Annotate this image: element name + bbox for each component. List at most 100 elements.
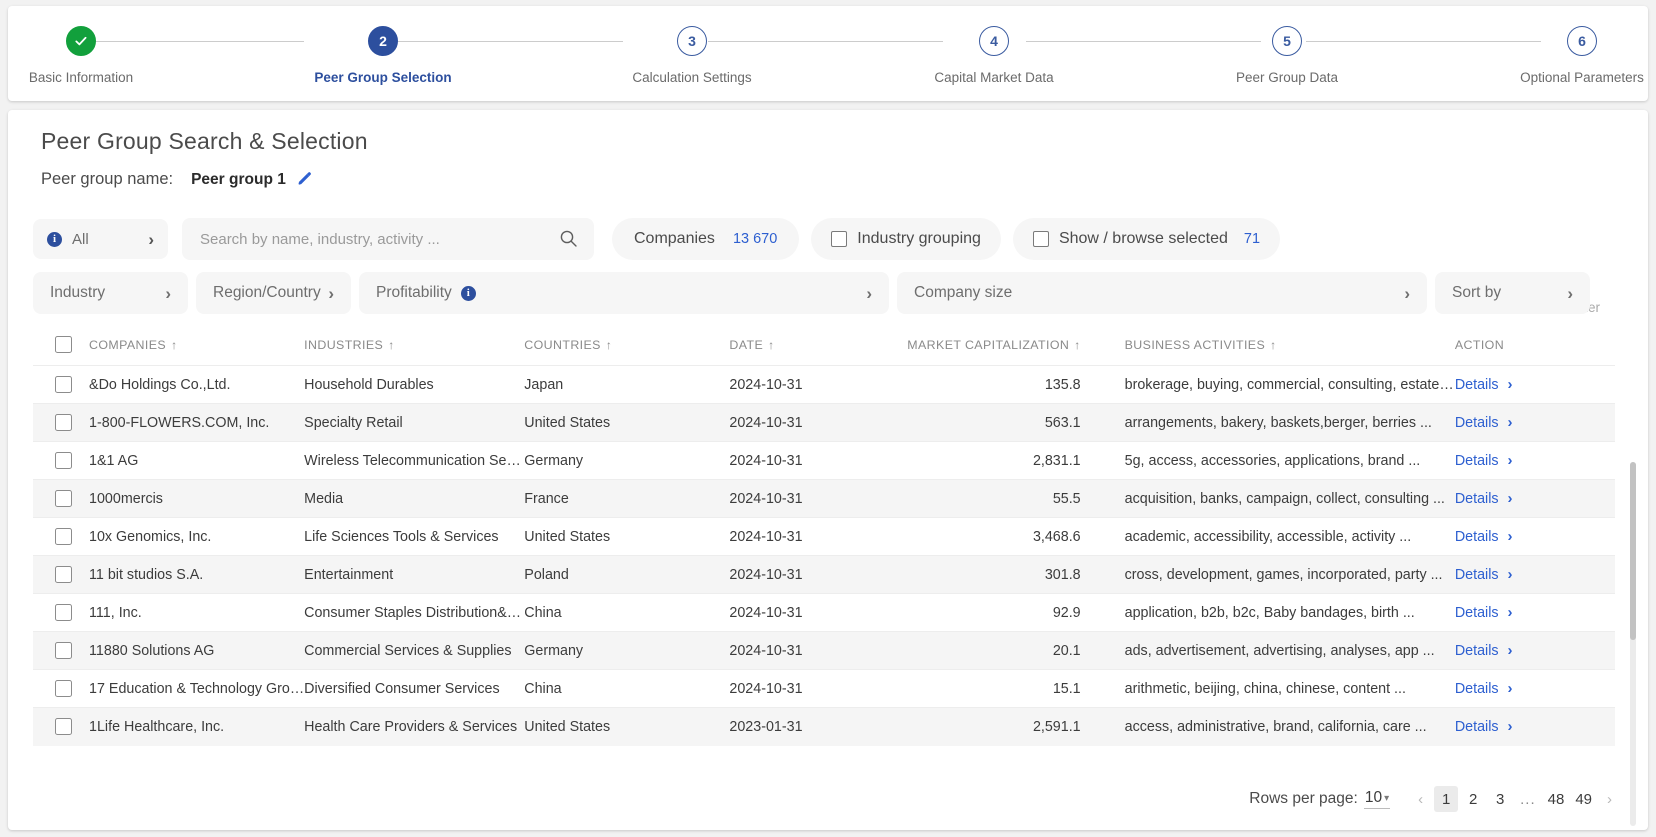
row-checkbox[interactable] [55,452,72,469]
cell-company: 10x Genomics, Inc. [89,517,305,556]
peer-group-name-label: Peer group name: [41,170,174,188]
filter-company-size[interactable]: Company size › [897,272,1427,314]
filter-industry-label: Industry [50,284,106,301]
row-checkbox[interactable] [55,528,72,545]
row-checkbox[interactable] [55,566,72,583]
info-icon[interactable]: i [460,285,476,301]
filter-industry[interactable]: Industry › [33,272,188,314]
details-link[interactable]: Details › [1455,452,1513,469]
stepper-connector-2 [388,41,623,42]
details-label: Details [1454,642,1499,659]
peer-group-name-value: Peer group 1 [191,170,286,188]
details-link[interactable]: Details › [1455,376,1513,393]
chevron-right-icon: › [1507,528,1513,545]
industry-grouping-toggle[interactable]: Industry grouping [811,218,1001,260]
table-row[interactable]: 10x Genomics, Inc. Life Sciences Tools & … [33,517,1615,556]
rows-per-page-select[interactable]: 10 ▾ [1363,789,1391,809]
cell-industry: Diversified Consumer Services [304,669,525,708]
row-checkbox[interactable] [55,376,72,393]
cell-date: 2024-10-31 [729,555,905,594]
checkbox-icon[interactable] [1032,231,1049,247]
search-input[interactable] [198,229,578,249]
select-all-checkbox[interactable] [55,336,72,353]
search-icon[interactable] [559,229,578,253]
details-link[interactable]: Details › [1455,718,1513,735]
page-button-2[interactable]: 2 [1461,786,1485,812]
table-row[interactable]: 11 bit studios S.A. Entertainment Poland 20… [33,555,1615,594]
table-header-companies[interactable]: COMPANIES ↑ [89,328,304,366]
filter-profitability[interactable]: Profitability i › [359,272,889,314]
table-row[interactable]: 1000mercis Media France 2024-10-31 55.5 acqui… [33,479,1615,518]
companies-chip[interactable]: Companies 13 670 [612,218,800,260]
stepper-label-6: Optional Parameters [1520,70,1644,85]
filter-all-dropdown[interactable]: i All › [33,219,168,259]
chevron-right-icon: › [1567,283,1573,303]
table-row[interactable]: 1-800-FLOWERS.COM, Inc. Specialty Retail U… [33,403,1615,442]
table-row[interactable]: &Do Holdings Co.,Ltd. Household Durables J… [33,365,1615,404]
stepper-label-5: Peer Group Data [1235,70,1339,85]
details-link[interactable]: Details › [1455,642,1513,659]
table-header-action-label: ACTION [1454,337,1505,352]
table-row[interactable]: 17 Education & Technology Group Inc.Dive… [33,669,1615,708]
details-label: Details [1454,414,1499,431]
stepper-step-optional-parameters[interactable]: 6 Optional Parameters [1482,26,1656,85]
cell-country: United States [524,517,730,556]
page-button-1[interactable]: 1 [1434,786,1459,812]
row-checkbox[interactable] [55,642,72,659]
row-checkbox[interactable] [55,490,72,507]
table-header-market-capitalization[interactable]: MARKET CAPITALIZATION ↑ [905,328,1125,366]
page-prev-button[interactable]: ‹ [1410,791,1431,808]
row-select-cell [33,555,90,594]
pencil-icon[interactable] [296,171,313,188]
cell-market-cap: 135.8 [904,365,1125,404]
page-button-48[interactable]: 48 [1544,786,1569,812]
details-link[interactable]: Details › [1455,528,1513,545]
table-row[interactable]: 111, Inc. Consumer Staples Distribution&R… [33,593,1615,632]
cell-action: Details › [1454,365,1615,404]
show-browse-selected-count: 71 [1243,231,1261,247]
search-box[interactable] [182,218,594,260]
table-row[interactable]: 11880 Solutions AG Commercial Services & … [33,631,1615,670]
table-body: &Do Holdings Co.,Ltd. Household Durables J… [33,365,1615,746]
row-checkbox[interactable] [55,414,72,431]
page-next-button[interactable]: › [1599,791,1620,808]
sort-asc-icon: ↑ [1074,337,1081,352]
table-header-countries[interactable]: COUNTRIES ↑ [524,328,729,366]
cell-business-activities: arithmetic, beijing, china, chinese, con… [1124,669,1455,708]
table-row[interactable]: 1&1 AG Wireless Telecommunication Service… [33,441,1615,480]
details-link[interactable]: Details › [1455,604,1513,621]
table-scrollbar-thumb[interactable] [1630,462,1636,640]
details-link[interactable]: Details › [1455,414,1513,431]
cell-country: United States [524,403,730,442]
cell-business-activities: academic, accessibility, accessible, act… [1124,517,1455,556]
page-button-3[interactable]: 3 [1488,786,1512,812]
peer-group-name-row: Peer group name: Peer group 1 [41,170,313,189]
step-bubble-3: 3 [677,26,707,56]
cell-industry: Household Durables [304,365,525,404]
details-link[interactable]: Details › [1455,566,1513,583]
row-checkbox[interactable] [55,604,72,621]
stepper-label-3: Calculation Settings [632,70,752,85]
row-checkbox[interactable] [55,718,72,736]
cell-action: Details › [1454,669,1615,708]
stepper-step-peer-group-selection[interactable]: 2 Peer Group Selection [283,26,483,85]
table-header-business-activities[interactable]: BUSINESS ACTIVITIES ↑ [1125,328,1455,366]
table-header-industries[interactable]: INDUSTRIES ↑ [304,328,524,366]
cell-industry: Entertainment [304,555,525,594]
table-row[interactable]: 1Life Healthcare, Inc. Health Care Provid… [33,707,1615,746]
stepper-step-capital-market-data[interactable]: 4 Capital Market Data [894,26,1094,85]
stepper-step-peer-group-data[interactable]: 5 Peer Group Data [1187,26,1387,85]
cell-market-cap: 20.1 [904,631,1125,670]
stepper-step-calculation-settings[interactable]: 3 Calculation Settings [592,26,792,85]
cell-company: 17 Education & Technology Group Inc. [89,669,305,708]
filter-sort-by[interactable]: Sort by › [1435,272,1590,314]
filter-region-country[interactable]: Region/Country › [196,272,351,314]
stepper-step-basic-information[interactable]: Basic Information [0,26,181,85]
page-button-49[interactable]: 49 [1571,786,1596,812]
show-browse-selected-toggle[interactable]: Show / browse selected 71 [1012,218,1281,260]
details-link[interactable]: Details › [1455,490,1513,507]
checkbox-icon[interactable] [831,231,848,247]
row-checkbox[interactable] [55,680,72,697]
details-link[interactable]: Details › [1455,680,1513,697]
table-header-date[interactable]: DATE ↑ [729,328,904,366]
